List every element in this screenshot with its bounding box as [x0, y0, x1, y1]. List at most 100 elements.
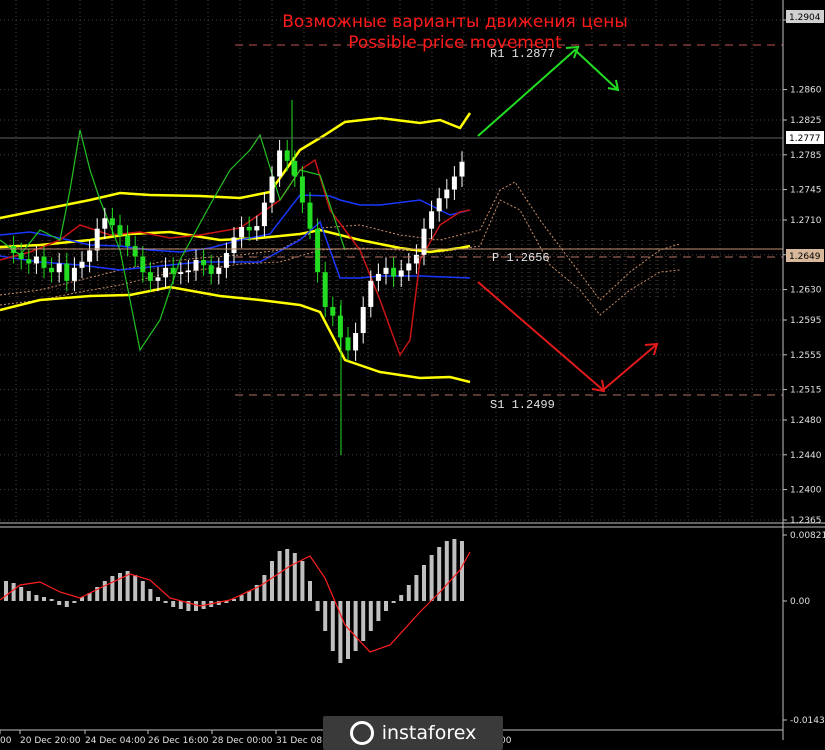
time-tick-label: 28 Dec 00:00 [212, 736, 273, 746]
candle-body [368, 280, 374, 307]
macd-bar [399, 595, 404, 601]
candle-body [299, 176, 305, 203]
macd-bar [429, 555, 434, 601]
macd-pane: 0.00821 0.00 -0.01435 [0, 531, 825, 726]
macd-bar [323, 601, 328, 631]
candle-body [79, 261, 85, 268]
down-arrow [477, 281, 659, 393]
candle-body [147, 272, 153, 281]
price-tick-label: 1.2745 [790, 186, 822, 196]
candle-body [391, 267, 397, 277]
macd-bar [42, 597, 46, 601]
macd-bar [277, 551, 282, 601]
macd-bar [148, 589, 153, 601]
candle-body [413, 254, 419, 264]
candle-body [383, 267, 389, 274]
candle-body [444, 189, 450, 199]
candle-body [56, 263, 62, 273]
price-tick-label: 1.2365 [790, 516, 822, 526]
candle-body [102, 218, 108, 229]
price-tick-label: 1.2785 [790, 151, 822, 161]
osc-tick-label: 0.00821 [790, 531, 825, 541]
candle-body [406, 263, 412, 271]
price-tick-label: 1.2480 [790, 416, 822, 426]
macd-bar [330, 601, 335, 651]
candle-body [208, 265, 214, 274]
candle-body [18, 253, 24, 260]
osc-tick-label: -0.01435 [790, 716, 825, 726]
candle-body [49, 267, 55, 273]
macd-bar [406, 585, 411, 601]
candle-body [71, 267, 77, 281]
candle-body [117, 225, 123, 236]
price-tick-label: 1.2630 [790, 286, 822, 296]
macd-bar [110, 576, 115, 601]
candle-body [254, 226, 260, 231]
candle-body [140, 256, 146, 273]
title-ru: Возможные варианты движения цены [282, 12, 628, 32]
time-tick-label: 00 [0, 736, 12, 746]
time-tick-label: 24 Dec 04:00 [85, 736, 146, 746]
candle-body [163, 267, 169, 278]
macd-bar [247, 591, 252, 601]
candle-body [345, 337, 351, 351]
candle-body [277, 150, 283, 177]
price-axis: 1.29401.28601.28251.27851.27451.27101.26… [783, 16, 822, 526]
macd-bar [171, 601, 176, 607]
macd-bar [102, 581, 107, 601]
candle-body [375, 273, 381, 281]
candle-body [436, 198, 442, 212]
svg-text:1.2904: 1.2904 [789, 13, 821, 23]
candle-body [307, 202, 313, 229]
macd-bar [353, 601, 358, 651]
macd-bar [292, 553, 297, 601]
macd-bar [194, 601, 198, 611]
instaforex-logo-icon [349, 721, 374, 745]
candle-body [193, 260, 199, 271]
macd-bar [118, 573, 122, 601]
price-tick-label: 1.2595 [790, 316, 822, 326]
macd-bar [72, 601, 77, 603]
macd-bar [452, 539, 457, 601]
macd-signal-line [0, 551, 471, 653]
macd-bar [34, 595, 39, 601]
macd-bar [422, 565, 426, 601]
candle-body [398, 270, 404, 277]
macd-bar [368, 601, 373, 631]
macd-bar [49, 599, 54, 601]
macd-bar [262, 575, 267, 601]
svg-text:1.2649: 1.2649 [789, 252, 821, 262]
candle-body [429, 211, 435, 229]
candles [11, 100, 465, 455]
candle-body [11, 246, 17, 254]
macd-bar [285, 549, 290, 601]
macd-bar [64, 601, 69, 607]
macd-bar [315, 601, 320, 611]
macd-bar [391, 601, 396, 603]
candle-body [178, 272, 184, 274]
time-tick-label: 20 Dec 20:00 [20, 736, 81, 746]
price-tick-label: 1.2400 [790, 486, 822, 496]
chart-area[interactable]: R1 1.2877 P 1.2656 S1 1.2499 Возможные в… [0, 0, 825, 750]
macd-bar [26, 591, 31, 601]
price-tick-label: 1.2860 [790, 86, 822, 96]
candle-body [26, 259, 32, 264]
candle-body [185, 270, 191, 273]
candle-body [459, 161, 465, 177]
candle-body [315, 228, 321, 273]
macd-bar [460, 541, 464, 601]
p-label: P 1.2656 [492, 251, 550, 265]
candle-body [239, 226, 245, 238]
macd-bar [57, 601, 62, 605]
candle-body [261, 202, 267, 227]
price-tick-label: 1.2825 [790, 116, 822, 126]
watermark-text: instaforex [381, 722, 477, 744]
candle-body [41, 256, 47, 268]
candle-body [223, 253, 229, 268]
candle-body [246, 226, 252, 231]
title-en: Possible price movement [348, 33, 562, 53]
candle-body [292, 160, 298, 177]
candle-body [125, 235, 131, 247]
osc-tick-label: 0.00 [790, 597, 810, 607]
candle-body [451, 176, 457, 190]
